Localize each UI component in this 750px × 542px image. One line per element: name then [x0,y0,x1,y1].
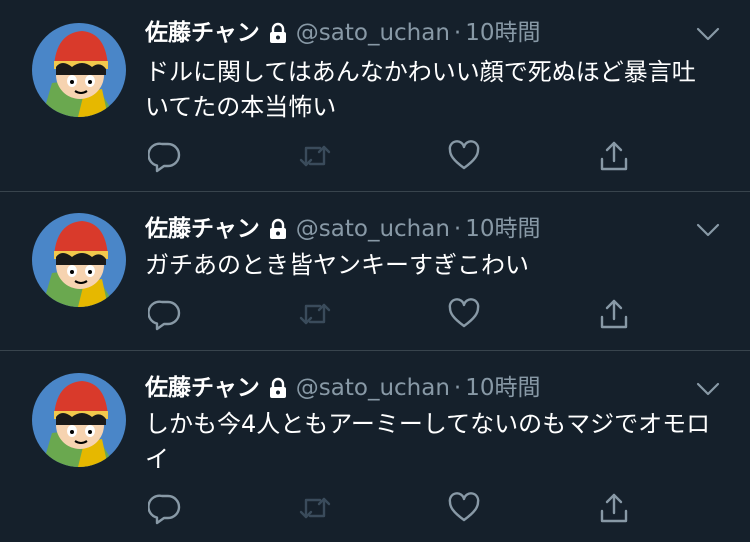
tweet[interactable]: 佐藤チャン @sato_uchan · 10時間 しかも今4人ともアーミーしてな… [0,351,750,542]
avatar[interactable] [32,373,126,467]
share-icon[interactable] [597,491,631,525]
heart-icon[interactable] [447,139,481,173]
lock-icon [268,22,288,44]
avatar[interactable] [32,213,126,307]
display-name[interactable]: 佐藤チャン [145,212,260,246]
display-name[interactable]: 佐藤チャン [145,371,260,405]
timestamp[interactable]: 10時間 [465,371,540,405]
share-icon[interactable] [597,139,631,173]
tweet-text: ガチあのとき皆ヤンキーすぎこわい [145,251,529,279]
chevron-down-icon[interactable] [696,381,720,397]
tweet-header: 佐藤チャン @sato_uchan · 10時間 [145,371,541,405]
timestamp[interactable]: 10時間 [465,212,540,246]
tweet-text: ドルに関してはあんなかわいい顔で死ぬほど暴言吐いてたの本当怖い [145,58,696,121]
timeline: 佐藤チャン @sato_uchan · 10時間 ドルに関してはあんなかわいい顔… [0,0,750,542]
avatar[interactable] [32,23,126,117]
chevron-down-icon[interactable] [696,26,720,42]
heart-icon[interactable] [447,297,481,331]
separator: · [453,20,462,46]
retweet-icon[interactable] [298,297,332,331]
user-handle[interactable]: @sato_uchan [296,16,450,50]
tweet[interactable]: 佐藤チャン @sato_uchan · 10時間 ドルに関してはあんなかわいい顔… [0,0,750,192]
user-handle[interactable]: @sato_uchan [296,212,450,246]
share-icon[interactable] [597,297,631,331]
chevron-down-icon[interactable] [696,222,720,238]
tweet[interactable]: 佐藤チャン @sato_uchan · 10時間 ガチあのとき皆ヤンキーすぎこわ… [0,192,750,351]
display-name[interactable]: 佐藤チャン [145,16,260,50]
reply-icon[interactable] [148,139,182,173]
tweet-header: 佐藤チャン @sato_uchan · 10時間 [145,212,541,246]
timestamp[interactable]: 10時間 [465,16,540,50]
lock-icon [268,218,288,240]
reply-icon[interactable] [148,491,182,525]
retweet-icon[interactable] [298,139,332,173]
retweet-icon[interactable] [298,491,332,525]
user-handle[interactable]: @sato_uchan [296,371,450,405]
lock-icon [268,377,288,399]
heart-icon[interactable] [447,491,481,525]
tweet-header: 佐藤チャン @sato_uchan · 10時間 [145,16,541,50]
separator: · [453,216,462,242]
tweet-text: しかも今4人ともアーミーしてないのもマジでオモロイ [145,410,711,473]
reply-icon[interactable] [148,297,182,331]
separator: · [453,375,462,401]
